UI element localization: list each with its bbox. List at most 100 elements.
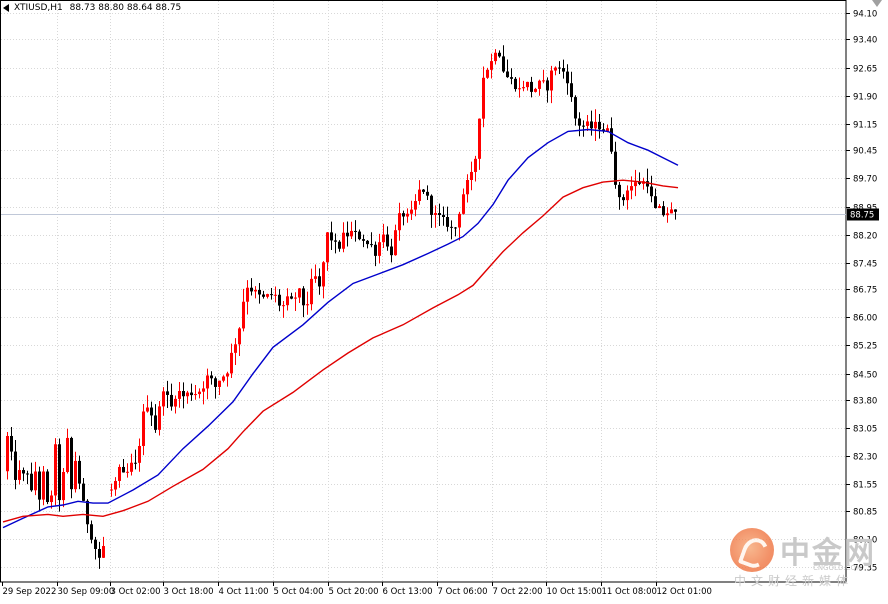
candle-body	[150, 407, 153, 416]
candle-body	[98, 548, 101, 558]
candle-body	[278, 294, 281, 306]
candle-body	[374, 244, 377, 256]
y-tick-label: 88.20	[853, 232, 877, 242]
candle-body	[510, 77, 513, 79]
x-tick-label: 29 Sep 2022	[3, 587, 57, 597]
candle-body	[482, 77, 485, 119]
candle-body	[190, 392, 193, 396]
candle-body	[586, 121, 589, 126]
candle-body	[294, 297, 297, 299]
candle-body	[598, 121, 601, 130]
candle-body	[54, 444, 57, 496]
chart-canvas[interactable]: 94.1093.4092.6591.9091.1590.4589.7088.95…	[0, 0, 888, 600]
y-tick-label: 86.75	[853, 286, 877, 296]
candle-body	[546, 80, 549, 91]
candle-body	[74, 460, 77, 490]
candle-body	[442, 215, 445, 218]
candle-body	[350, 230, 353, 237]
price-chart[interactable]: 94.1093.4092.6591.9091.1590.4589.7088.95…	[0, 0, 888, 600]
candle-body	[134, 462, 137, 464]
candle-body	[34, 471, 37, 491]
y-tick-label: 82.30	[853, 453, 877, 463]
candle-body	[334, 240, 337, 242]
candle-body	[410, 209, 413, 214]
watermark: 中金网 CNGOLD.COM 中文财经新媒体	[722, 528, 882, 598]
candle-body	[314, 276, 317, 279]
candle-body	[426, 191, 429, 196]
candle-body	[570, 83, 573, 98]
candle-body	[394, 230, 397, 256]
candle-body	[658, 206, 661, 209]
candle-body	[626, 190, 629, 201]
candle-body	[370, 244, 373, 246]
candle-body	[418, 189, 421, 202]
y-tick-label: 85.25	[853, 342, 877, 352]
candle-body	[590, 121, 593, 129]
candle-body	[90, 524, 93, 540]
candle-body	[474, 158, 477, 172]
moving-averages	[2, 128, 679, 529]
candle-body	[6, 435, 9, 472]
candle-body	[422, 189, 425, 192]
ma-slow-line	[2, 179, 679, 523]
candle-body	[286, 296, 289, 306]
candle-body	[10, 435, 13, 452]
candle-body	[554, 67, 557, 71]
x-tick-label: 7 Oct 06:00	[438, 587, 488, 597]
candle-body	[390, 246, 393, 256]
candle-body	[46, 471, 49, 503]
y-tick-label: 81.55	[853, 481, 877, 491]
scroll-arrow-icon[interactable]	[3, 4, 9, 12]
candle-body	[22, 470, 25, 474]
candle-body	[382, 234, 385, 243]
candle-body	[62, 471, 65, 501]
candle-body	[414, 201, 417, 210]
candle-body	[242, 301, 245, 329]
x-tick-label: 5 Oct 20:00	[329, 587, 379, 597]
candle-body	[246, 287, 249, 302]
candle-body	[194, 394, 197, 396]
y-tick-label: 90.45	[853, 147, 877, 157]
candle-body	[266, 294, 269, 297]
candle-body	[402, 213, 405, 217]
candle-body	[522, 87, 525, 89]
price-axis[interactable]: 94.1093.4092.6591.9091.1590.4589.7088.95…	[846, 10, 877, 574]
time-axis[interactable]: 29 Sep 2022 30 Sep 09:003 Oct 02:00 3 Oct …	[2, 582, 712, 597]
y-tick-label: 83.05	[853, 425, 877, 435]
y-tick-label: 80.85	[853, 508, 877, 518]
candle-body	[210, 375, 213, 379]
candle-body	[214, 378, 217, 387]
candle-body	[406, 213, 409, 217]
plot-frame	[0, 0, 847, 583]
candle-body	[494, 52, 497, 62]
candle-body	[226, 373, 229, 377]
chart-shift-icon[interactable]	[872, 0, 882, 7]
candle-body	[666, 213, 669, 216]
candle-body	[162, 391, 165, 407]
y-tick-label: 91.15	[853, 121, 877, 131]
candle-body	[206, 375, 209, 389]
grid	[0, 0, 847, 583]
candle-body	[50, 495, 53, 503]
y-tick-label: 89.70	[853, 175, 877, 185]
candle-body	[298, 288, 301, 298]
candle-body	[26, 473, 29, 475]
candle-body	[622, 197, 625, 201]
candle-body	[94, 539, 97, 549]
candle-body	[458, 213, 461, 228]
candle-body	[630, 186, 633, 191]
y-tick-label: 86.00	[853, 314, 877, 324]
x-tick-label: 12 Oct 01:00	[657, 587, 712, 597]
candle-body	[346, 232, 349, 237]
candle-body	[618, 184, 621, 198]
x-tick-label: 30 Sep 09:00	[58, 587, 115, 597]
candle-body	[378, 242, 381, 256]
candle-body	[234, 344, 237, 353]
y-tick-label: 94.10	[853, 10, 877, 20]
candle-body	[258, 289, 261, 295]
candle-body	[322, 262, 325, 287]
candle-body	[158, 406, 161, 430]
current-price-badge-group: 88.75	[847, 208, 879, 221]
candle-body	[650, 186, 653, 197]
candle-body	[438, 213, 441, 216]
